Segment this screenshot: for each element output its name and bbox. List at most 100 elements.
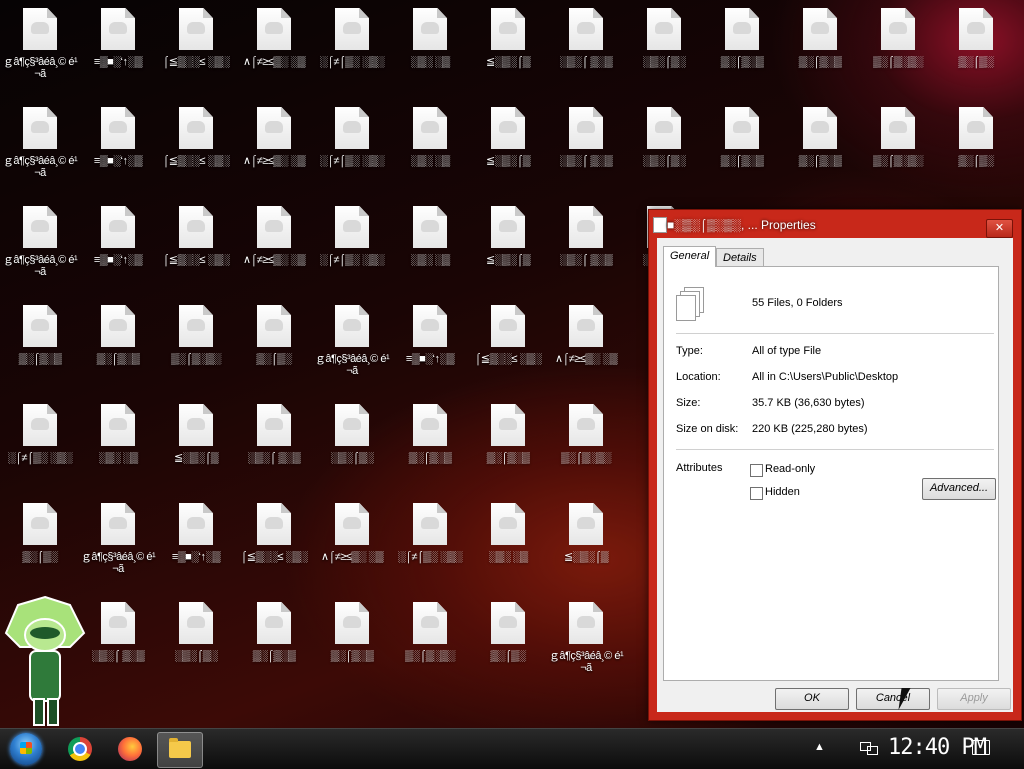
location-value: All in C:\Users\Public\Desktop	[752, 371, 899, 383]
close-button[interactable]: ✕	[986, 219, 1013, 238]
desktop-file-icon[interactable]: ▒░⌠▒░▒	[236, 594, 312, 690]
desktop-file-icon[interactable]: ░▒░⌠ ▒░▒	[548, 0, 624, 96]
desktop-file-icon[interactable]: ▒░⌠▒░▒	[314, 594, 390, 690]
desktop-file-icon[interactable]: ▒░⌠▒░▒░	[392, 594, 468, 690]
file-icon	[725, 107, 759, 149]
desktop-file-icon[interactable]: ▒░⌠▒░▒	[392, 396, 468, 492]
hidden-label: Hidden	[765, 486, 800, 498]
tab-general[interactable]: General	[663, 246, 717, 267]
desktop-file-icon[interactable]: ░⌠≠⌠▒░ ░▒░	[314, 99, 390, 195]
desktop-file-label: ░▒░ ░▒	[410, 56, 450, 68]
show-hidden-icons-button[interactable]: ▲	[814, 741, 825, 753]
desktop-file-icon[interactable]: ░▒░⌠ ▒░▒	[80, 594, 156, 690]
hidden-checkbox[interactable]	[750, 487, 763, 500]
desktop-file-label: ▒░⌠▒░▒	[720, 56, 764, 68]
desktop-file-icon[interactable]: ∧⌠≠≥≤▒░ ░▒	[236, 0, 312, 96]
desktop-file-icon[interactable]: ▒░⌠▒░	[2, 495, 78, 591]
desktop-file-icon[interactable]: ░⌠≠⌠▒░ ░▒░	[314, 198, 390, 294]
desktop-file-icon[interactable]: ░▒░ ░▒	[470, 495, 546, 591]
tab-details[interactable]: Details	[716, 248, 764, 267]
file-icon	[335, 206, 369, 248]
desktop-file-icon[interactable]: ｇâ¶ç§³âéâ¸© é¹¬ã	[314, 297, 390, 393]
desktop-file-icon[interactable]: ░▒░⌠▒░	[158, 594, 234, 690]
location-label: Location:	[676, 371, 721, 383]
desktop-file-icon[interactable]: ░▒░⌠▒░	[626, 0, 702, 96]
file-icon	[257, 305, 291, 347]
file-icon	[257, 107, 291, 149]
dialog-title: ■░▒░⌠▒░▒░, ... Properties	[667, 218, 816, 232]
desktop-file-icon[interactable]: ▒░⌠▒░▒	[2, 297, 78, 393]
ok-button[interactable]: OK	[775, 688, 849, 710]
network-icon[interactable]	[860, 740, 878, 756]
desktop-file-icon[interactable]: ∧⌠≠≥≤▒░ ░▒	[236, 99, 312, 195]
desktop-file-icon[interactable]: ░▒░⌠▒░	[314, 396, 390, 492]
desktop-file-icon[interactable]: ▒░⌠▒░	[938, 99, 1014, 195]
desktop-file-icon[interactable]: ≦░▒░⌠▒	[470, 99, 546, 195]
desktop-file-icon[interactable]: ≡▒■░‘↑░▒	[80, 198, 156, 294]
desktop-file-icon[interactable]: ▒░⌠▒░▒	[782, 0, 858, 96]
desktop-file-icon[interactable]: ░▒░⌠ ▒░▒	[236, 396, 312, 492]
desktop-file-icon[interactable]: ▒░⌠▒░▒	[80, 297, 156, 393]
start-button[interactable]	[6, 732, 46, 766]
desktop-file-icon[interactable]: ▒░⌠▒░▒░	[158, 297, 234, 393]
file-icon	[413, 404, 447, 446]
desktop-file-icon[interactable]: ░▒░ ░▒	[392, 198, 468, 294]
desktop-file-label: ∧⌠≠≥≤▒░ ░▒	[242, 254, 306, 266]
desktop-file-icon[interactable]: ⌠≦▒░░≤ ░▒░	[470, 297, 546, 393]
desktop-file-icon[interactable]: ≦░▒░⌠▒	[158, 396, 234, 492]
desktop-file-icon[interactable]: ▒░⌠▒░▒	[470, 396, 546, 492]
desktop-file-label: ░▒░ ░▒	[98, 452, 138, 464]
apply-button[interactable]: Apply	[937, 688, 1011, 710]
desktop-file-icon[interactable]: ░▒░⌠ ▒░▒	[548, 99, 624, 195]
desktop-file-icon[interactable]: ⌠≦▒░░≤ ░▒░	[236, 495, 312, 591]
desktop-file-icon[interactable]: ▒░⌠▒░▒░	[548, 396, 624, 492]
desktop-file-icon[interactable]: ∧⌠≠≥≤▒░ ░▒	[548, 297, 624, 393]
desktop-file-icon[interactable]: ∧⌠≠≥≤▒░ ░▒	[236, 198, 312, 294]
desktop-file-icon[interactable]: ｇâ¶ç§³âéâ¸© é¹¬ã	[2, 0, 78, 96]
desktop-file-icon[interactable]: ▒░⌠▒░▒	[704, 0, 780, 96]
desktop-file-icon[interactable]: ▒░⌠▒░	[470, 594, 546, 690]
desktop-file-icon[interactable]: ▒░⌠▒░▒░	[860, 0, 936, 96]
notifications-icon[interactable]	[972, 740, 990, 755]
desktop-file-icon[interactable]: ⌠≦▒░░≤ ░▒░	[158, 99, 234, 195]
advanced-button[interactable]: Advanced...	[922, 478, 996, 500]
desktop-file-icon[interactable]: ≦░▒░⌠▒	[548, 495, 624, 591]
desktop-file-icon[interactable]: ≦░▒░⌠▒	[470, 198, 546, 294]
size-value: 35.7 KB (36,630 bytes)	[752, 397, 865, 409]
desktop-file-label: ｇâ¶ç§³âéâ¸© é¹¬ã	[314, 353, 390, 377]
desktop-file-icon[interactable]: ⌠≦▒░░≤ ░▒░	[158, 198, 234, 294]
desktop-file-icon[interactable]: ｇâ¶ç§³âéâ¸© é¹¬ã	[2, 198, 78, 294]
divider	[676, 333, 994, 334]
desktop-file-icon[interactable]: ░▒░⌠ ▒░▒	[548, 198, 624, 294]
desktop-file-icon[interactable]: ｇâ¶ç§³âéâ¸© é¹¬ã	[2, 99, 78, 195]
desktop-file-icon[interactable]: ≦░▒░⌠▒	[470, 0, 546, 96]
type-label: Type:	[676, 345, 703, 357]
desktop-file-icon[interactable]: ≡▒■░‘↑░▒	[158, 495, 234, 591]
desktop-file-icon[interactable]: ░⌠≠⌠▒░ ░▒░	[2, 396, 78, 492]
desktop-file-icon[interactable]: ∧⌠≠≥≤▒░ ░▒	[314, 495, 390, 591]
desktop-file-icon[interactable]: ░⌠≠⌠▒░ ░▒░	[392, 495, 468, 591]
desktop-file-icon[interactable]: ≡▒■░‘↑░▒	[392, 297, 468, 393]
desktop-file-icon[interactable]: ▒░⌠▒░	[938, 0, 1014, 96]
desktop-file-icon[interactable]: ｇâ¶ç§³âéâ¸© é¹¬ã	[80, 495, 156, 591]
readonly-checkbox[interactable]	[750, 464, 763, 477]
desktop-file-icon[interactable]: ▒░⌠▒░▒	[782, 99, 858, 195]
desktop-file-icon[interactable]: ≡▒■░‘↑░▒	[80, 0, 156, 96]
chrome-icon[interactable]	[60, 732, 100, 766]
desktop-file-icon[interactable]: ▒░⌠▒░▒░	[860, 99, 936, 195]
desktop-file-label: ⌠≦▒░░≤ ░▒░	[162, 56, 230, 68]
desktop-file-icon[interactable]: ⌠≦▒░░≤ ░▒░	[158, 0, 234, 96]
divider	[676, 449, 994, 450]
firefox-icon[interactable]	[110, 732, 150, 766]
desktop-file-icon[interactable]: ｇâ¶ç§³âéâ¸© é¹¬ã	[548, 594, 624, 690]
desktop-file-icon[interactable]: ▒░⌠▒░	[236, 297, 312, 393]
desktop-file-icon[interactable]: ≡▒■░‘↑░▒	[80, 99, 156, 195]
desktop-file-icon[interactable]: ▒░⌠▒░▒	[704, 99, 780, 195]
desktop-file-icon[interactable]: ░⌠≠⌠▒░ ░▒░	[314, 0, 390, 96]
desktop-file-icon[interactable]: ░▒░ ░▒	[80, 396, 156, 492]
cancel-button[interactable]: Cancel	[856, 688, 930, 710]
file-explorer-icon[interactable]	[157, 732, 203, 768]
desktop-file-icon[interactable]: ░▒░ ░▒	[392, 99, 468, 195]
desktop-file-icon[interactable]: ░▒░ ░▒	[392, 0, 468, 96]
desktop-file-icon[interactable]: ░▒░⌠▒░	[626, 99, 702, 195]
